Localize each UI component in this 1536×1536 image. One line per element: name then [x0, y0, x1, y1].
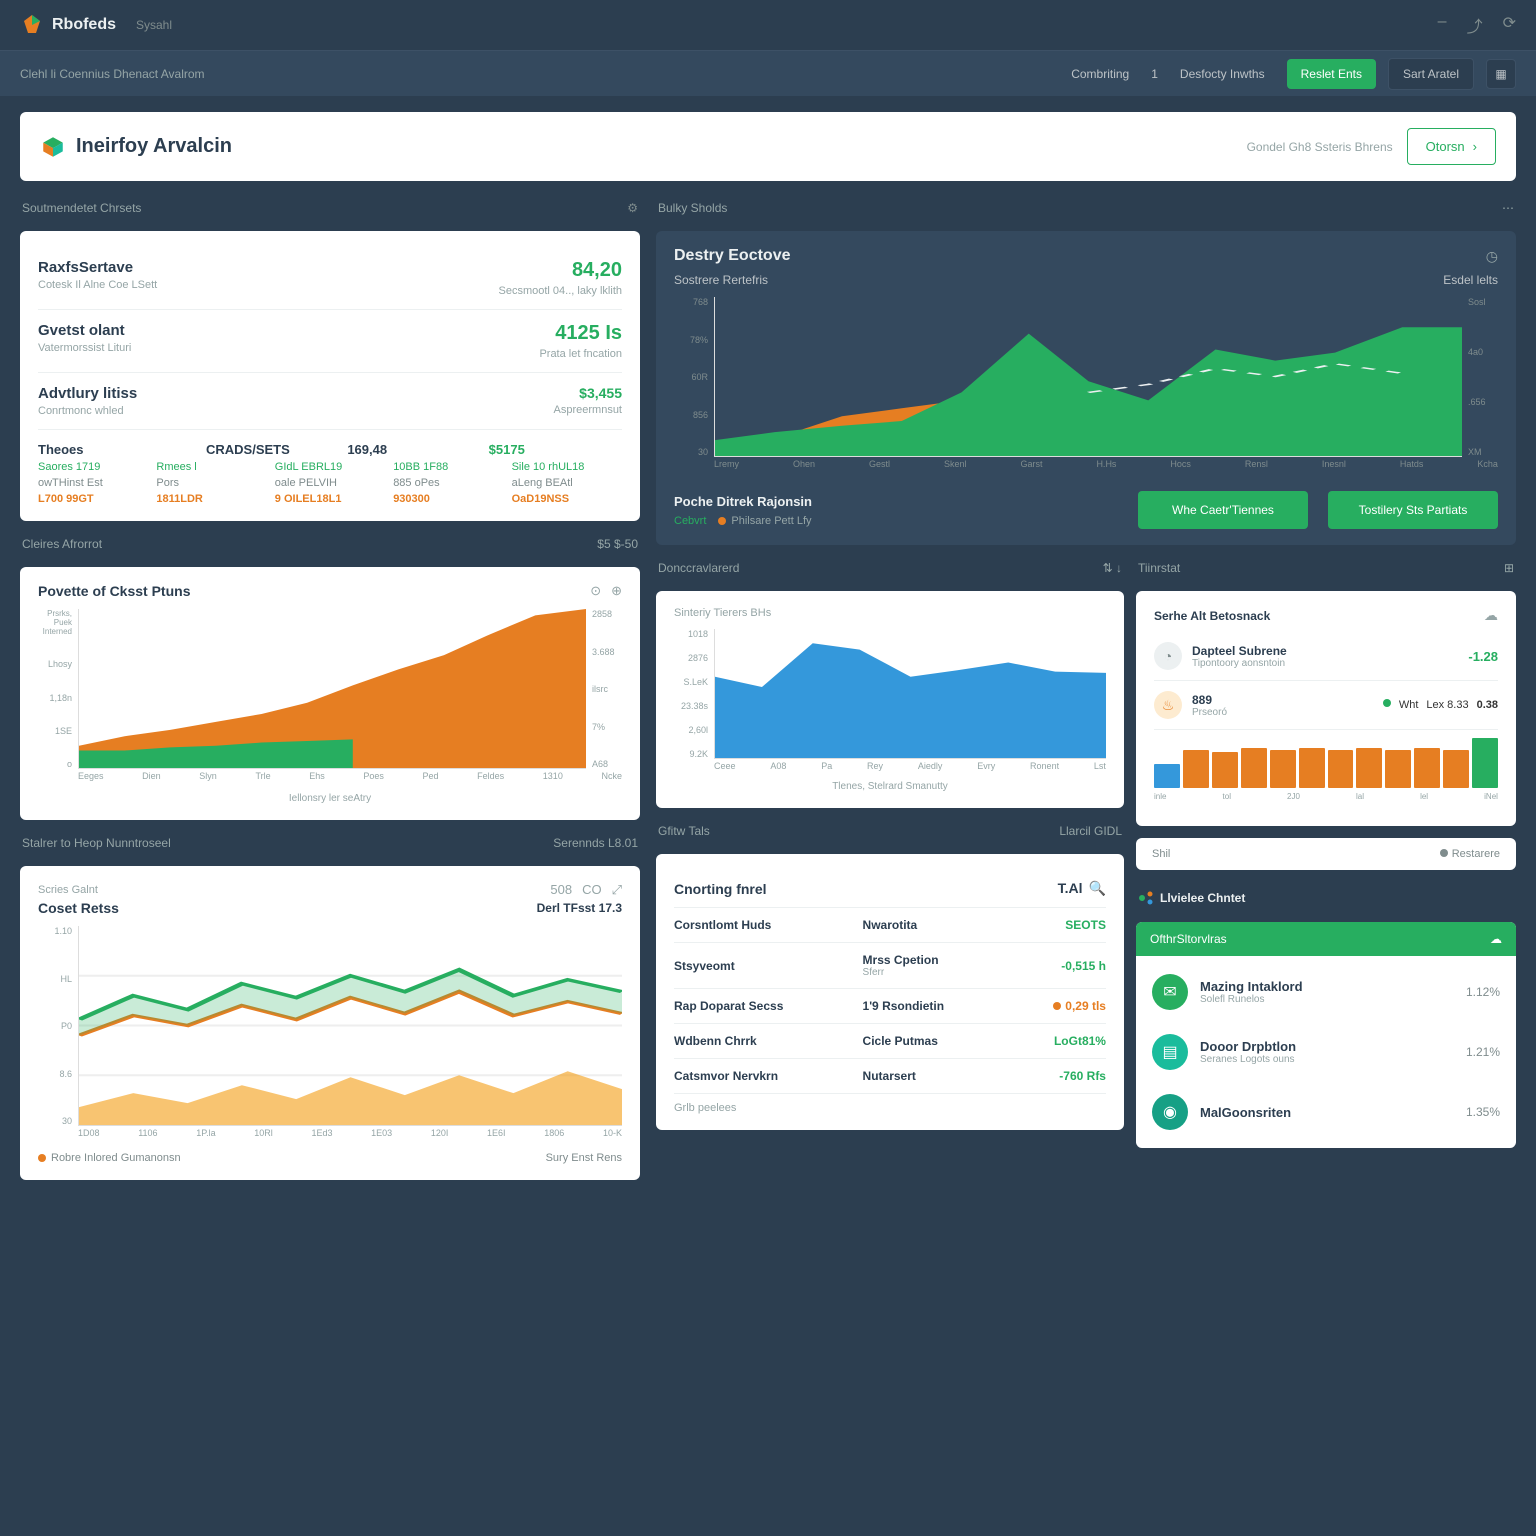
nav-link-1[interactable]: Combriting	[1061, 61, 1139, 87]
more-icon[interactable]: ⋯	[1502, 201, 1514, 215]
expand-icon[interactable]: ⤢	[612, 882, 622, 898]
settings-icon[interactable]: ⊞	[1504, 561, 1514, 575]
bell-icon: ◉	[1152, 1094, 1188, 1130]
nav-count: 1	[1151, 67, 1158, 81]
breadcrumb: Clehl li Coennius Dhenact Avalrom	[20, 67, 205, 81]
secondary-nav-button[interactable]: Sart Aratel	[1388, 58, 1474, 90]
feed-card: OfthrSltorvlras☁ ✉Mazing IntaklordSolefl…	[1136, 922, 1516, 1148]
chevron-right-icon: ›	[1473, 139, 1477, 154]
section-label: Bulky Sholds⋯	[656, 197, 1516, 219]
section-label: Stalrer to Heop Nunntroseel Serennds L8.…	[20, 832, 640, 854]
gauge-icon: ◔	[1154, 642, 1182, 670]
metrics-card: RaxfsSertaveCotesk Il Alne Coe LSett 84,…	[20, 231, 640, 521]
page-title: Ineirfoy Arvalcin	[76, 135, 232, 158]
target-icon[interactable]: ⊙	[590, 583, 601, 599]
search-icon[interactable]: 🔍	[1089, 880, 1106, 897]
brand-sub: Sysahl	[136, 18, 172, 32]
action-button-2[interactable]: Tostilery Sts Partiats	[1328, 491, 1498, 529]
metric-name: RaxfsSertave	[38, 259, 157, 276]
header-subtitle: Gondel Gh8 Ssteris Bhrens	[1247, 140, 1393, 154]
fire-icon: ♨	[1154, 691, 1182, 719]
nodes-icon	[1138, 890, 1154, 906]
table-row[interactable]: StsyveomtMrss CpetionSferr-0,515 h	[674, 943, 1106, 989]
feed-item[interactable]: ◉MalGoonsriten1.35%	[1152, 1082, 1500, 1142]
section-label: Soutmendetet Chrsets ⚙	[20, 197, 640, 219]
section-label: Cleires Afrorrot $5 $-50	[20, 533, 640, 555]
table-row[interactable]: Wdbenn ChrrkCicle PutmasLoGt81%	[674, 1024, 1106, 1059]
gear-icon[interactable]: ⚙	[627, 201, 638, 215]
primary-nav-button[interactable]: Reslet Ents	[1287, 59, 1376, 89]
minimize-icon[interactable]: –	[1438, 13, 1447, 37]
kpi-item: ♨ 889Prseoró WhtLex 8.330.38	[1154, 681, 1498, 730]
main-chart: 76878%60R85630 Sosl4a0.656XM LremyOhenGe…	[674, 297, 1498, 477]
grid-view-icon[interactable]: ▦	[1486, 59, 1516, 89]
section-label: Tiinrstat⊞	[1136, 557, 1516, 579]
growth-chart-card: Povette of Cksst Ptuns ⊙⊕ Prsrks, Puek I…	[20, 567, 640, 820]
feed-item[interactable]: ▤Dooor DrpbtlonSeranes Logots ouns1.21%	[1152, 1022, 1500, 1082]
main-chart-card: Destry Eoctove ◷ Sostrere Rertefris Esde…	[656, 231, 1516, 545]
table-row[interactable]: Rap Doparat Secss1'9 Rsondietin0,29 tls	[674, 989, 1106, 1024]
brand-logo[interactable]: Rbofeds	[20, 13, 116, 37]
header-cta-button[interactable]: Otorsn ›	[1407, 128, 1496, 165]
brand-name: Rbofeds	[52, 16, 116, 34]
growth-chart: Prsrks, Puek InternedLhosy1,18n1SEo 2858…	[38, 609, 622, 789]
metric-value: 84,20	[499, 259, 623, 282]
clock-icon[interactable]: ◷	[1486, 248, 1498, 265]
chat-icon: ✉	[1152, 974, 1188, 1010]
refresh-icon[interactable]: ⟳	[1503, 13, 1516, 37]
section-label: Gfitw TalsLlarcil GIDL	[656, 820, 1124, 842]
cloud-icon[interactable]: ☁	[1484, 607, 1498, 624]
kpi-item: ◔ Dapteel SubreneTipontoory aonsntoin -1…	[1154, 632, 1498, 681]
cloud-icon[interactable]: ☁	[1490, 932, 1502, 946]
feed-item[interactable]: ✉Mazing IntaklordSolefl Runelos1.12%	[1152, 962, 1500, 1022]
brand-icon	[20, 13, 44, 37]
data-table-card: Cnorting fnrelT.Al🔍 Corsntlomt HudsNwaro…	[656, 854, 1124, 1130]
feed-title: Llvielee Chntet	[1136, 882, 1516, 910]
blue-chart-card: Sinteriy Tierers BHs 10182876S.LeK23.38s…	[656, 591, 1124, 808]
rates-chart: 1.10HLP08.630 1D0811061P.la10Rl1Ed31E031…	[38, 926, 622, 1146]
blue-chart: 10182876S.LeK23.38s2,60l9.2K CeeeA08PaRe…	[674, 629, 1106, 779]
table-row[interactable]: Corsntlomt HudsNwarotitaSEOTS	[674, 908, 1106, 943]
topbar: Rbofeds Sysahl – ⤴ ⟳	[0, 0, 1536, 50]
kpi-card: Serhe Alt Betosnack☁ ◔ Dapteel SubreneTi…	[1136, 591, 1516, 826]
search-icon[interactable]: ⊕	[611, 583, 622, 599]
cube-icon	[40, 134, 66, 160]
section-label: Donccravlarerd⇅ ↓	[656, 557, 1124, 579]
nav-link-2[interactable]: Desfocty Inwths	[1170, 61, 1275, 87]
footer-strip: Shil Restarere	[1136, 838, 1516, 870]
mini-bar-chart	[1154, 738, 1498, 788]
table-row[interactable]: Catsmvor NervkrnNutarsert-760 Rfs	[674, 1059, 1106, 1094]
rates-chart-card: Scries Galnt 508CO⤢ Coset Retss Derl TFs…	[20, 866, 640, 1180]
doc-icon: ▤	[1152, 1034, 1188, 1070]
action-button-1[interactable]: Whe Caetr'Tiennes	[1138, 491, 1308, 529]
navbar: Clehl li Coennius Dhenact Avalrom Combri…	[0, 50, 1536, 96]
notification-icon[interactable]: ⤴	[1467, 13, 1483, 37]
page-header: Ineirfoy Arvalcin Gondel Gh8 Ssteris Bhr…	[20, 112, 1516, 181]
sort-icon[interactable]: ⇅ ↓	[1103, 561, 1122, 575]
